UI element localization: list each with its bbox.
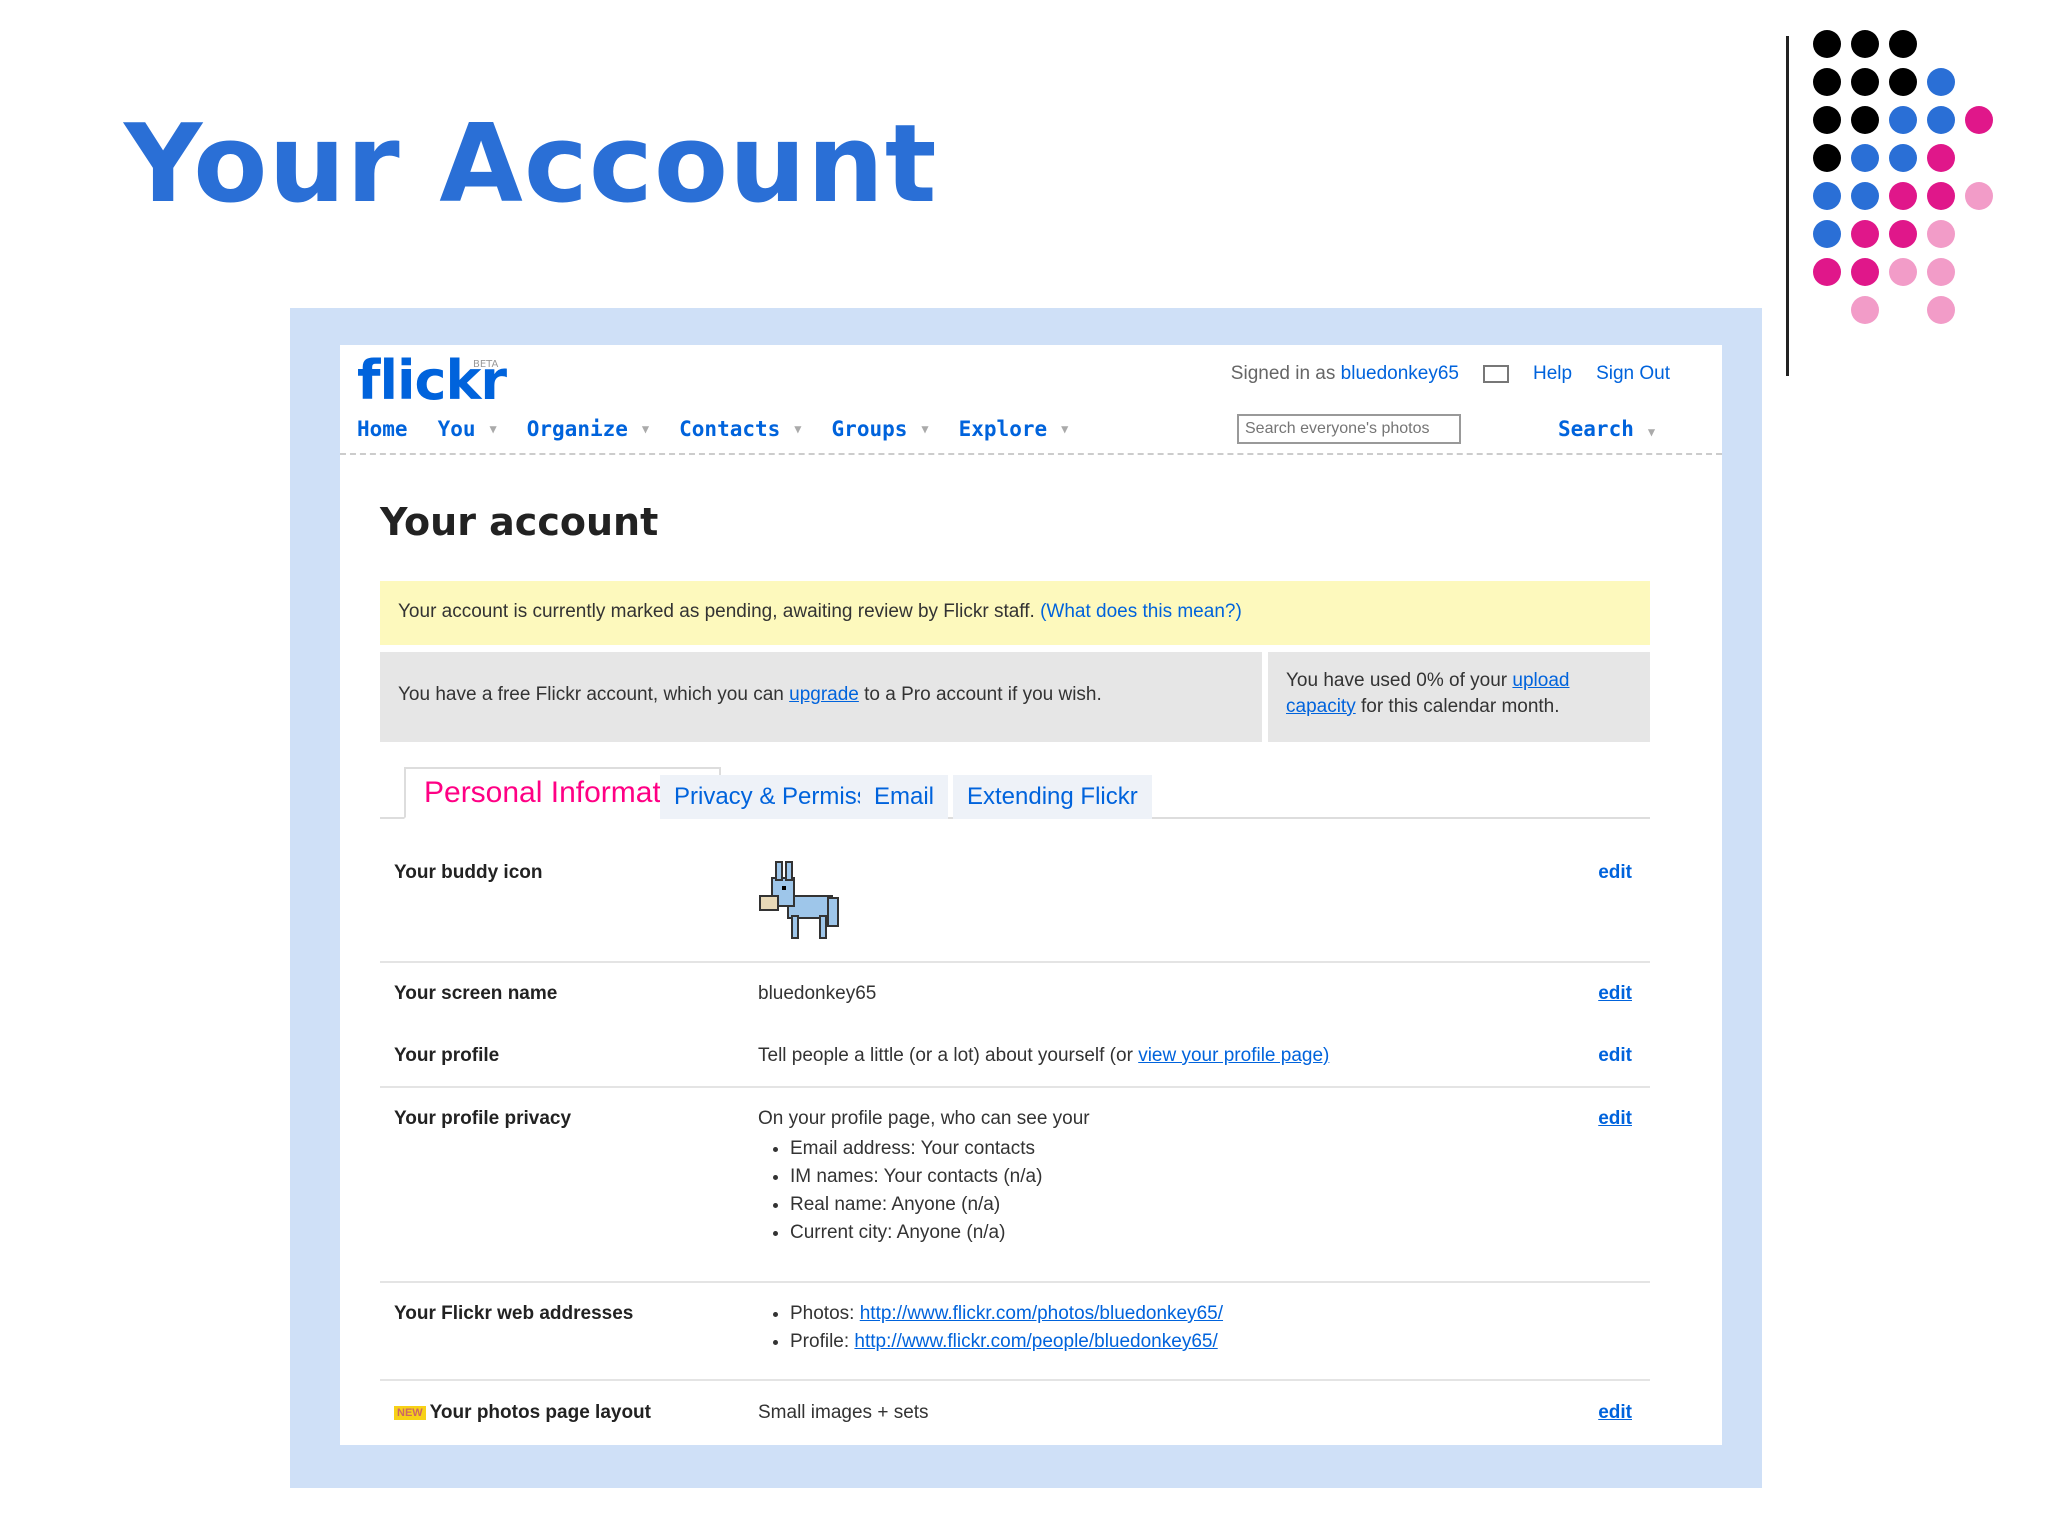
signed-in-prefix: Signed in as: [1230, 363, 1336, 384]
edit-buddy-icon-link[interactable]: edit: [1598, 862, 1632, 884]
divider-line: [1786, 36, 1789, 376]
chevron-down-icon[interactable]: ▼: [921, 422, 928, 436]
nav-home[interactable]: Home: [357, 417, 408, 441]
web-addresses-label: Your Flickr web addresses: [394, 1303, 634, 1324]
profile-privacy-value: On your profile page, who can see your E…: [758, 1108, 1558, 1250]
upgrade-link[interactable]: upgrade: [789, 684, 859, 705]
nav-contacts[interactable]: Contacts ▼: [679, 417, 801, 441]
header-divider: [340, 453, 1722, 455]
chevron-down-icon[interactable]: ▼: [1061, 422, 1068, 436]
free-account-text: You have a free Flickr account, which yo…: [398, 684, 784, 705]
screen-name-value: bluedonkey65: [758, 983, 877, 1004]
profile-url-label: Profile:: [790, 1331, 850, 1352]
view-profile-link[interactable]: view your profile page): [1138, 1045, 1329, 1066]
flickr-logo[interactable]: flickr BETA: [357, 349, 507, 412]
list-item: Photos: http://www.flickr.com/photos/blu…: [790, 1303, 1558, 1325]
username-link[interactable]: bluedonkey65: [1341, 363, 1459, 384]
slide-title: Your Account: [124, 102, 938, 227]
list-item: Profile: http://www.flickr.com/people/bl…: [790, 1331, 1558, 1353]
free-account-box: You have a free Flickr account, which yo…: [380, 652, 1262, 742]
mail-icon[interactable]: [1482, 365, 1509, 383]
profile-label: Your profile: [394, 1045, 500, 1066]
photos-layout-value: Small images + sets: [758, 1402, 929, 1423]
privacy-list: Email address: Your contacts IM names: Y…: [758, 1138, 1558, 1244]
free-account-text-end: to a Pro account if you wish.: [864, 684, 1102, 705]
profile-value: Tell people a little (or a lot) about yo…: [758, 1045, 1558, 1067]
flickr-account-screenshot: flickr BETA Signed in as bluedonkey65 He…: [340, 345, 1722, 1445]
chevron-down-icon[interactable]: ▼: [1648, 425, 1655, 439]
nav-groups[interactable]: Groups ▼: [832, 417, 929, 441]
web-addresses-list: Photos: http://www.flickr.com/photos/blu…: [758, 1303, 1558, 1353]
tab-extending-flickr[interactable]: Extending Flickr: [953, 775, 1152, 819]
chevron-down-icon[interactable]: ▼: [794, 422, 801, 436]
profile-url-link[interactable]: http://www.flickr.com/people/bluedonkey6…: [854, 1331, 1217, 1352]
row-divider: [380, 1086, 1650, 1088]
tab-email[interactable]: Email: [860, 775, 949, 819]
nav-explore[interactable]: Explore ▼: [959, 417, 1069, 441]
nav-organize-label: Organize: [526, 417, 628, 441]
nav-groups-label: Groups: [831, 417, 908, 441]
chevron-down-icon[interactable]: ▼: [642, 422, 649, 436]
tab-label: Extending Flickr: [967, 783, 1138, 810]
list-item: IM names: Your contacts (n/a): [790, 1166, 1558, 1188]
main-nav: Home You ▼ Organize ▼ Contacts ▼ Groups ▼ Ex…: [357, 417, 1098, 441]
what-does-this-mean-link[interactable]: (What does this mean?): [1040, 601, 1242, 622]
usage-text: You have used 0% of your: [1286, 670, 1508, 691]
nav-contacts-label: Contacts: [679, 417, 781, 441]
row-divider: [380, 1379, 1650, 1381]
screen-name-label: Your screen name: [394, 983, 558, 1004]
search-button-label: Search: [1558, 417, 1634, 441]
nav-you-label: You: [437, 417, 476, 441]
new-badge: NEW: [394, 1405, 426, 1420]
photos-url-label: Photos:: [790, 1303, 855, 1324]
signed-in-text: Signed in as bluedonkey65: [1231, 363, 1459, 385]
nav-organize[interactable]: Organize ▼: [527, 417, 649, 441]
chevron-down-icon[interactable]: ▼: [490, 422, 497, 436]
account-links: Signed in as bluedonkey65 Help Sign Out: [1231, 363, 1670, 385]
profile-privacy-text: On your profile page, who can see your: [758, 1108, 1090, 1129]
sign-out-link[interactable]: Sign Out: [1596, 363, 1670, 385]
search-input[interactable]: [1237, 414, 1461, 444]
nav-explore-label: Explore: [958, 417, 1048, 441]
list-item: Current city: Anyone (n/a): [790, 1222, 1558, 1244]
account-info: You have a free Flickr account, which yo…: [380, 652, 1650, 742]
nav-you[interactable]: You ▼: [438, 417, 497, 441]
pending-notice: Your account is currently marked as pend…: [380, 581, 1650, 645]
help-link[interactable]: Help: [1533, 363, 1572, 385]
edit-profile-privacy-link[interactable]: edit: [1598, 1108, 1632, 1130]
edit-profile-link[interactable]: edit: [1598, 1045, 1632, 1067]
donkey-icon: [759, 861, 839, 939]
usage-text-end: for this calendar month.: [1360, 695, 1560, 717]
list-item: Real name: Anyone (n/a): [790, 1194, 1558, 1216]
usage-box: You have used 0% of your upload capacity…: [1268, 652, 1650, 742]
photos-url-link[interactable]: http://www.flickr.com/photos/bluedonkey6…: [860, 1303, 1223, 1324]
row-divider: [380, 1281, 1650, 1283]
search-button[interactable]: Search ▼: [1558, 417, 1655, 441]
buddy-icon-row: Your buddy icon edit: [380, 861, 1650, 962]
web-addresses-value: Photos: http://www.flickr.com/photos/blu…: [758, 1303, 1558, 1359]
beta-label: BETA: [473, 359, 499, 370]
edit-screen-name-link[interactable]: edit: [1598, 983, 1632, 1005]
tab-label: Email: [874, 783, 935, 810]
photos-layout-label: NEW Your photos page layout: [394, 1402, 651, 1424]
row-divider: [380, 961, 1650, 963]
list-item: Email address: Your contacts: [790, 1138, 1558, 1160]
nav-home-label: Home: [357, 417, 408, 441]
edit-photos-layout-link[interactable]: edit: [1598, 1402, 1632, 1424]
pending-notice-text: Your account is currently marked as pend…: [398, 601, 1035, 622]
profile-privacy-label: Your profile privacy: [394, 1108, 572, 1129]
profile-value-text: Tell people a little (or a lot) about yo…: [758, 1045, 1133, 1066]
buddy-icon: [758, 858, 1558, 950]
page-title: Your account: [380, 500, 659, 544]
account-tabs: Personal Information Privacy & Permissio…: [380, 765, 1650, 819]
buddy-icon-label: Your buddy icon: [394, 862, 543, 883]
decorative-dot-grid: [1813, 30, 2013, 340]
photos-layout-label-text: Your photos page layout: [429, 1402, 651, 1423]
